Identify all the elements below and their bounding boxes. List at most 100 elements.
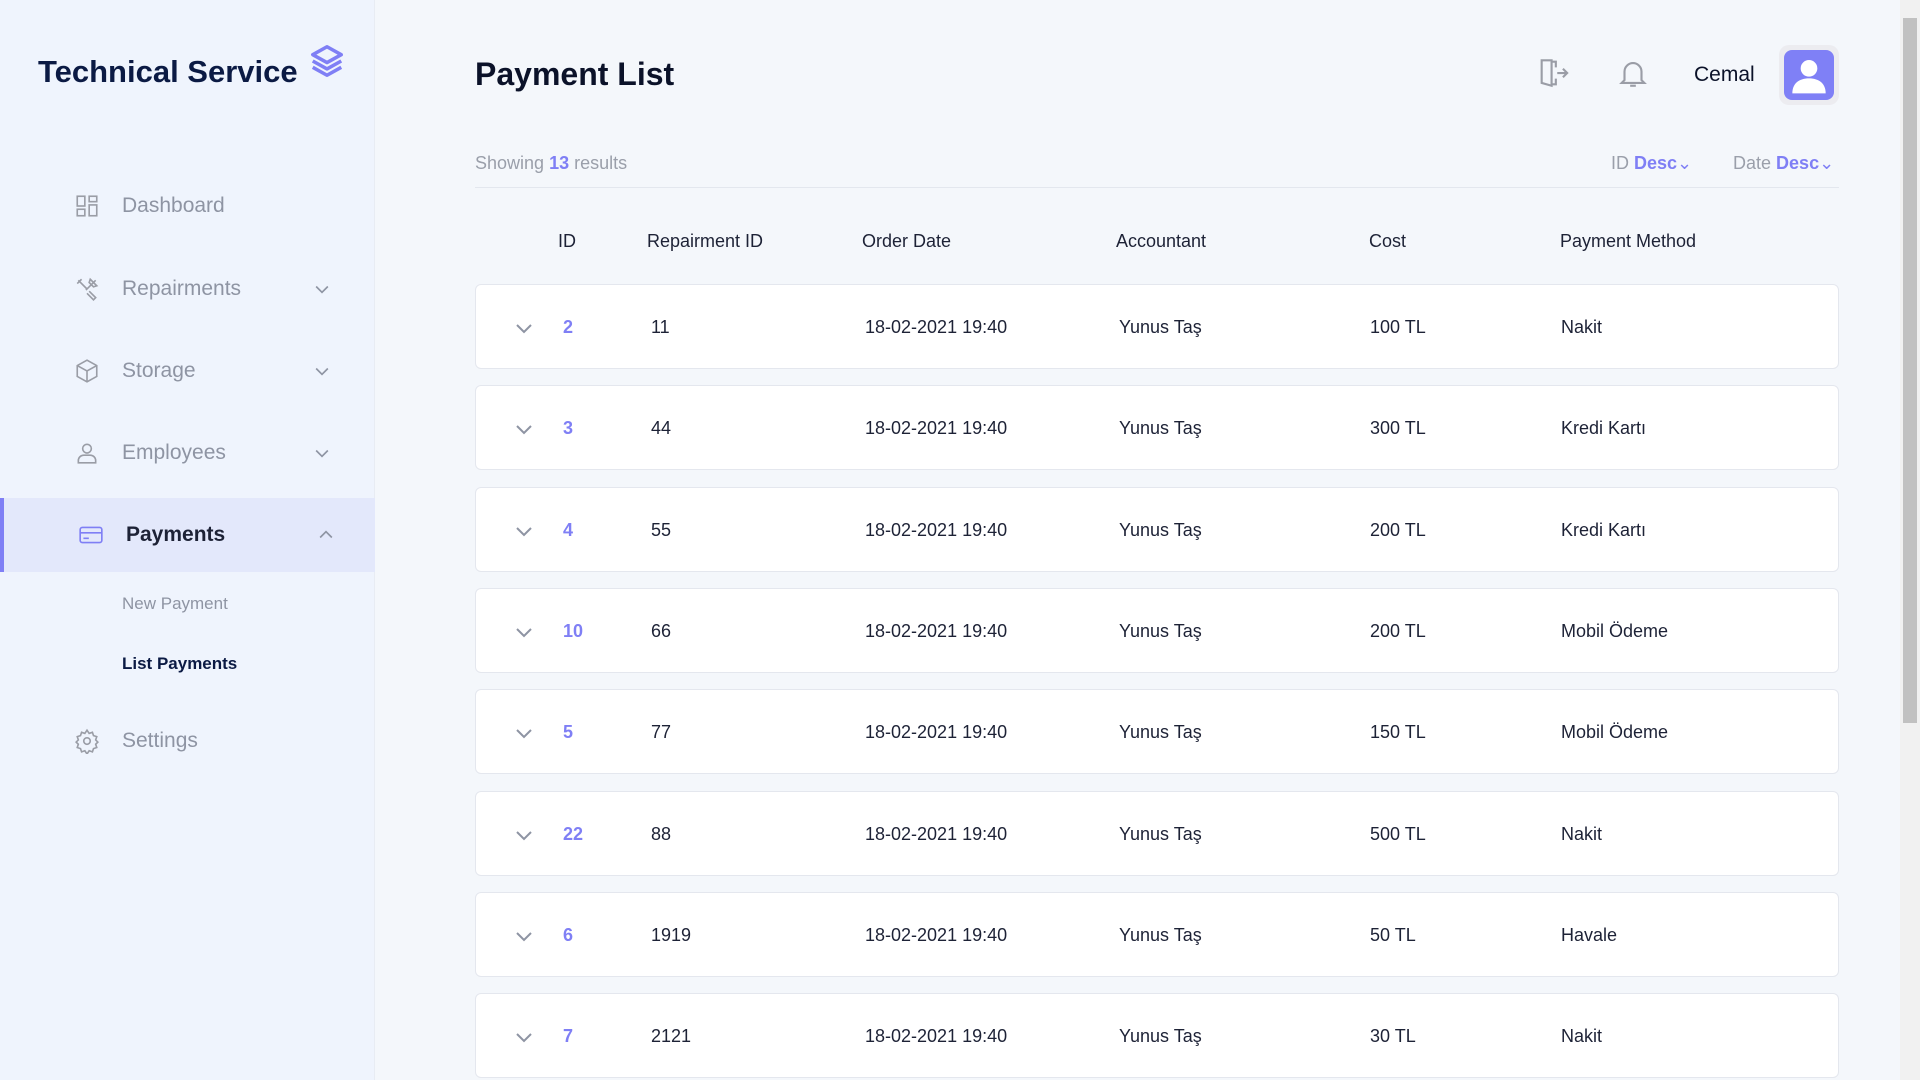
chevron-down-icon[interactable] [512,721,536,745]
chevron-down-icon[interactable] [512,924,536,948]
table-row[interactable]: 6 1919 18-02-2021 19:40 Yunus Taş 50 TL Haval… [475,891,1839,977]
avatar[interactable] [1779,45,1839,105]
cell: 2 [563,317,574,337]
cell: 55 [651,519,672,540]
cell: 18-02-2021 19:40 [865,620,1008,641]
cell: 500 TL [1370,823,1426,844]
sidebar-item-storage[interactable]: Storage [0,334,375,408]
cell: 3 [563,418,574,439]
chevron-down-icon[interactable] [512,1025,536,1049]
gear-icon [75,728,99,754]
cell: Mobil Ödeme [1561,620,1669,641]
box-icon [76,359,98,383]
chevron-down-icon[interactable] [512,519,536,543]
cell: 10 [563,620,584,641]
sidebar-item-dashboard[interactable]: Dashboard [0,169,375,243]
cell: 18-02-2021 19:40 [865,823,1008,844]
cell: Nakit [1561,1026,1603,1047]
table-row[interactable]: 4 55 18-02-2021 19:40 Yunus Taş 200 TL Kredi … [475,486,1839,572]
layers-icon [310,45,343,77]
table-row[interactable]: 5 77 18-02-2021 19:40 Yunus Taş 150 TL Mobil … [475,689,1839,775]
table-row[interactable]: 10 66 18-02-2021 19:40 Yunus Taş 200 TL Mobil… [475,587,1839,673]
sidebar-item-employees[interactable]: Employees [0,416,375,490]
brand[interactable]: Technical Service [38,45,346,90]
cell: 22 [563,823,584,844]
sidebar-item-label: Payments [126,523,226,546]
cell: Yunus Taş [1119,722,1202,743]
cell: Yunus Taş [1119,924,1202,945]
sort-date[interactable]: Date Desc⌄ [1733,153,1834,174]
cell: 66 [651,620,672,641]
cell: 5 [563,722,574,743]
cell: 18-02-2021 19:40 [865,519,1008,540]
cell: Kredi Kartı [1561,418,1647,439]
cell: Havale [1561,924,1618,945]
app-title: Technical Service [38,54,298,89]
sidebar-item-label: Employees [122,441,226,464]
cell: 200 TL [1370,519,1426,540]
chevron-down-icon[interactable] [312,279,332,299]
results-count: Showing 13 results [475,153,628,173]
chevron-down-icon[interactable] [312,443,332,463]
cell: 300 TL [1370,418,1426,439]
cell: 18-02-2021 19:40 [865,317,1008,337]
sidebar-item-label: Settings [122,729,198,752]
column-header[interactable]: Order Date [862,231,951,252]
chevron-up-icon[interactable] [316,525,336,545]
column-header[interactable]: Cost [1369,231,1406,252]
column-header[interactable]: Accountant [1116,231,1206,252]
table-row[interactable]: 3 44 18-02-2021 19:40 Yunus Taş 300 TL Kredi … [475,385,1839,471]
cell: Yunus Taş [1119,1026,1202,1047]
scrollbar-thumb[interactable] [1903,18,1917,723]
cell: 4 [563,519,574,540]
cell: 88 [651,823,672,844]
user-name[interactable]: Cemal [1694,63,1755,87]
cell: 30 TL [1370,1026,1416,1047]
bell-icon[interactable] [1616,56,1650,90]
chevron-down-icon[interactable] [512,620,536,644]
table-row[interactable]: 22 88 18-02-2021 19:40 Yunus Taş 500 TL Nakit [475,790,1839,876]
cell: Yunus Taş [1119,418,1202,439]
cell: 18-02-2021 19:40 [865,924,1008,945]
cell: Yunus Taş [1119,317,1202,337]
column-header[interactable]: Payment Method [1560,231,1696,252]
page-title: Payment List [475,56,675,92]
sidebar-item-payments[interactable]: Payments [0,498,375,572]
cell: Kredi Kartı [1561,519,1647,540]
table-row[interactable]: 7 2121 18-02-2021 19:40 Yunus Taş 30 TL Nakit [475,993,1839,1079]
chevron-down-icon[interactable] [512,316,536,340]
chevron-down-icon[interactable] [512,823,536,847]
chevron-down-icon: ⌄ [1677,153,1693,173]
cell: 11 [651,317,670,337]
scrollbar[interactable] [1900,0,1920,1080]
cell: 200 TL [1370,620,1426,641]
column-header[interactable]: ID [558,231,576,252]
cell: 18-02-2021 19:40 [865,1026,1008,1047]
cell: 100 TL [1370,317,1426,337]
cell: Nakit [1561,823,1603,844]
cell: Nakit [1561,317,1603,337]
sidebar-item-settings[interactable]: Settings [0,704,375,778]
sidebar-item-label: Dashboard [122,194,225,217]
column-header[interactable]: Repairment ID [647,231,763,252]
cell: 2121 [651,1026,692,1047]
cell: 50 TL [1370,924,1416,945]
divider [475,187,1839,188]
tools-icon [76,277,99,301]
chevron-down-icon[interactable] [312,361,332,381]
sort-id[interactable]: ID Desc⌄ [1611,153,1692,174]
cell: 6 [563,924,574,945]
cell: 44 [651,418,672,439]
sidebar: Technical Service Dashboard Repairments St… [0,0,375,1080]
table-row[interactable]: 2 11 18-02-2021 19:40 Yunus Taş 100 TL Nakit [475,284,1839,369]
cell: Yunus Taş [1119,823,1202,844]
sidebar-item-label: Storage [122,359,196,382]
sidebar-subitem[interactable]: New Payment [122,594,228,614]
chevron-down-icon[interactable] [512,417,536,441]
credit-card-icon [79,526,103,544]
sidebar-item-repairments[interactable]: Repairments [0,252,375,326]
sidebar-subitem[interactable]: List Payments [122,654,237,674]
cell: Yunus Taş [1119,519,1202,540]
cell: 7 [563,1026,574,1047]
logout-icon[interactable] [1536,56,1570,90]
